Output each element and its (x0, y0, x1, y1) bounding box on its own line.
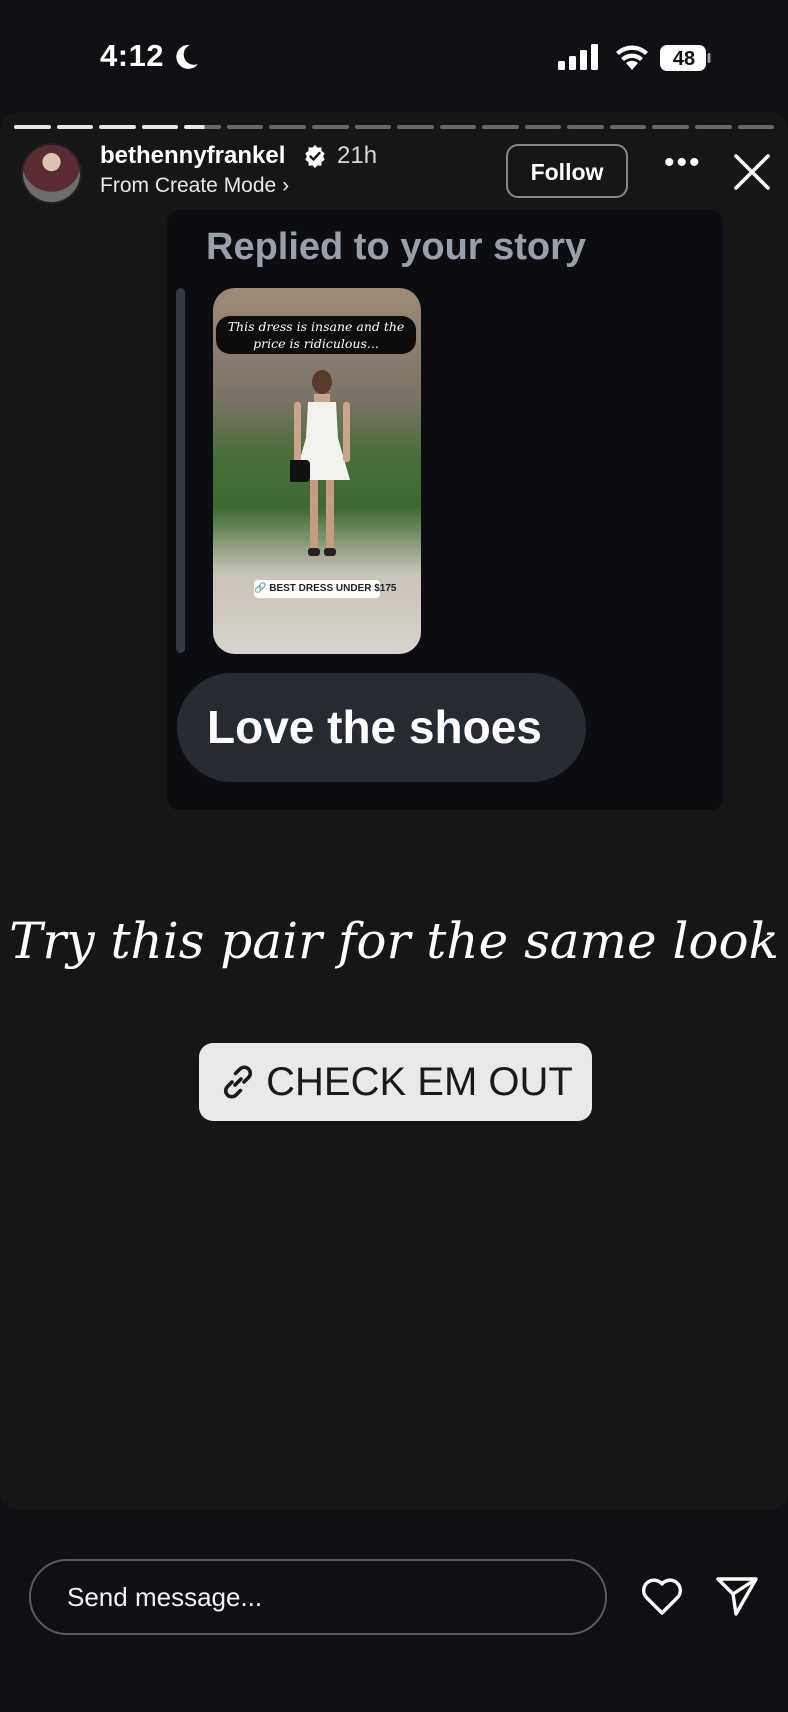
person-figure-illustration (290, 370, 350, 556)
progress-segment (652, 125, 689, 129)
status-time: 4:12 (100, 38, 165, 73)
avatar[interactable] (21, 143, 82, 204)
progress-segment (354, 125, 392, 129)
progress-segment (695, 125, 732, 129)
story-progress-bar (14, 125, 775, 129)
username[interactable]: bethennyfrankel (100, 142, 285, 170)
verified-badge-icon (305, 145, 325, 168)
reply-header: Replied to your story (206, 226, 587, 268)
cellular-signal-icon (558, 44, 598, 70)
progress-segment (567, 125, 604, 129)
create-mode-link[interactable]: From Create Mode › (100, 174, 289, 198)
progress-segment (99, 125, 136, 129)
create-mode-label: From Create Mode (100, 174, 277, 197)
progress-segment (311, 125, 349, 129)
progress-segment (226, 125, 264, 129)
close-icon[interactable] (730, 150, 774, 194)
follow-button[interactable]: Follow (506, 144, 628, 198)
progress-segment (141, 125, 179, 129)
link-icon (224, 1065, 253, 1099)
reply-quote-bar (176, 288, 185, 653)
progress-segment (482, 125, 519, 129)
battery-level: 48 (672, 48, 696, 70)
progress-segment (439, 125, 477, 129)
link-sticker-button[interactable]: CHECK EM OUT (199, 1043, 592, 1121)
send-message-input[interactable] (29, 1559, 607, 1635)
progress-segment (14, 125, 51, 129)
progress-segment (609, 125, 647, 129)
progress-segment (737, 125, 775, 129)
wifi-icon (616, 45, 648, 70)
send-icon[interactable] (715, 1574, 759, 1618)
photo-caption: This dress is insane and the price is ri… (216, 316, 416, 354)
chevron-right-icon: › (282, 174, 290, 197)
moon-icon (176, 44, 198, 69)
progress-segment (269, 125, 306, 129)
progress-segment (184, 125, 221, 129)
reply-message-bubble: Love the shoes (177, 673, 586, 782)
story-timestamp: 21h (337, 142, 378, 169)
progress-segment (524, 125, 562, 129)
progress-segment (397, 125, 434, 129)
heart-icon[interactable] (640, 1575, 684, 1617)
story-caption: Try this pair for the same look (9, 912, 779, 970)
progress-segment (56, 125, 94, 129)
photo-link-sticker: 🔗 BEST DRESS UNDER $175 (254, 580, 397, 598)
link-sticker-label: CHECK EM OUT (266, 1059, 573, 1104)
more-options-icon[interactable]: ••• (664, 148, 704, 190)
